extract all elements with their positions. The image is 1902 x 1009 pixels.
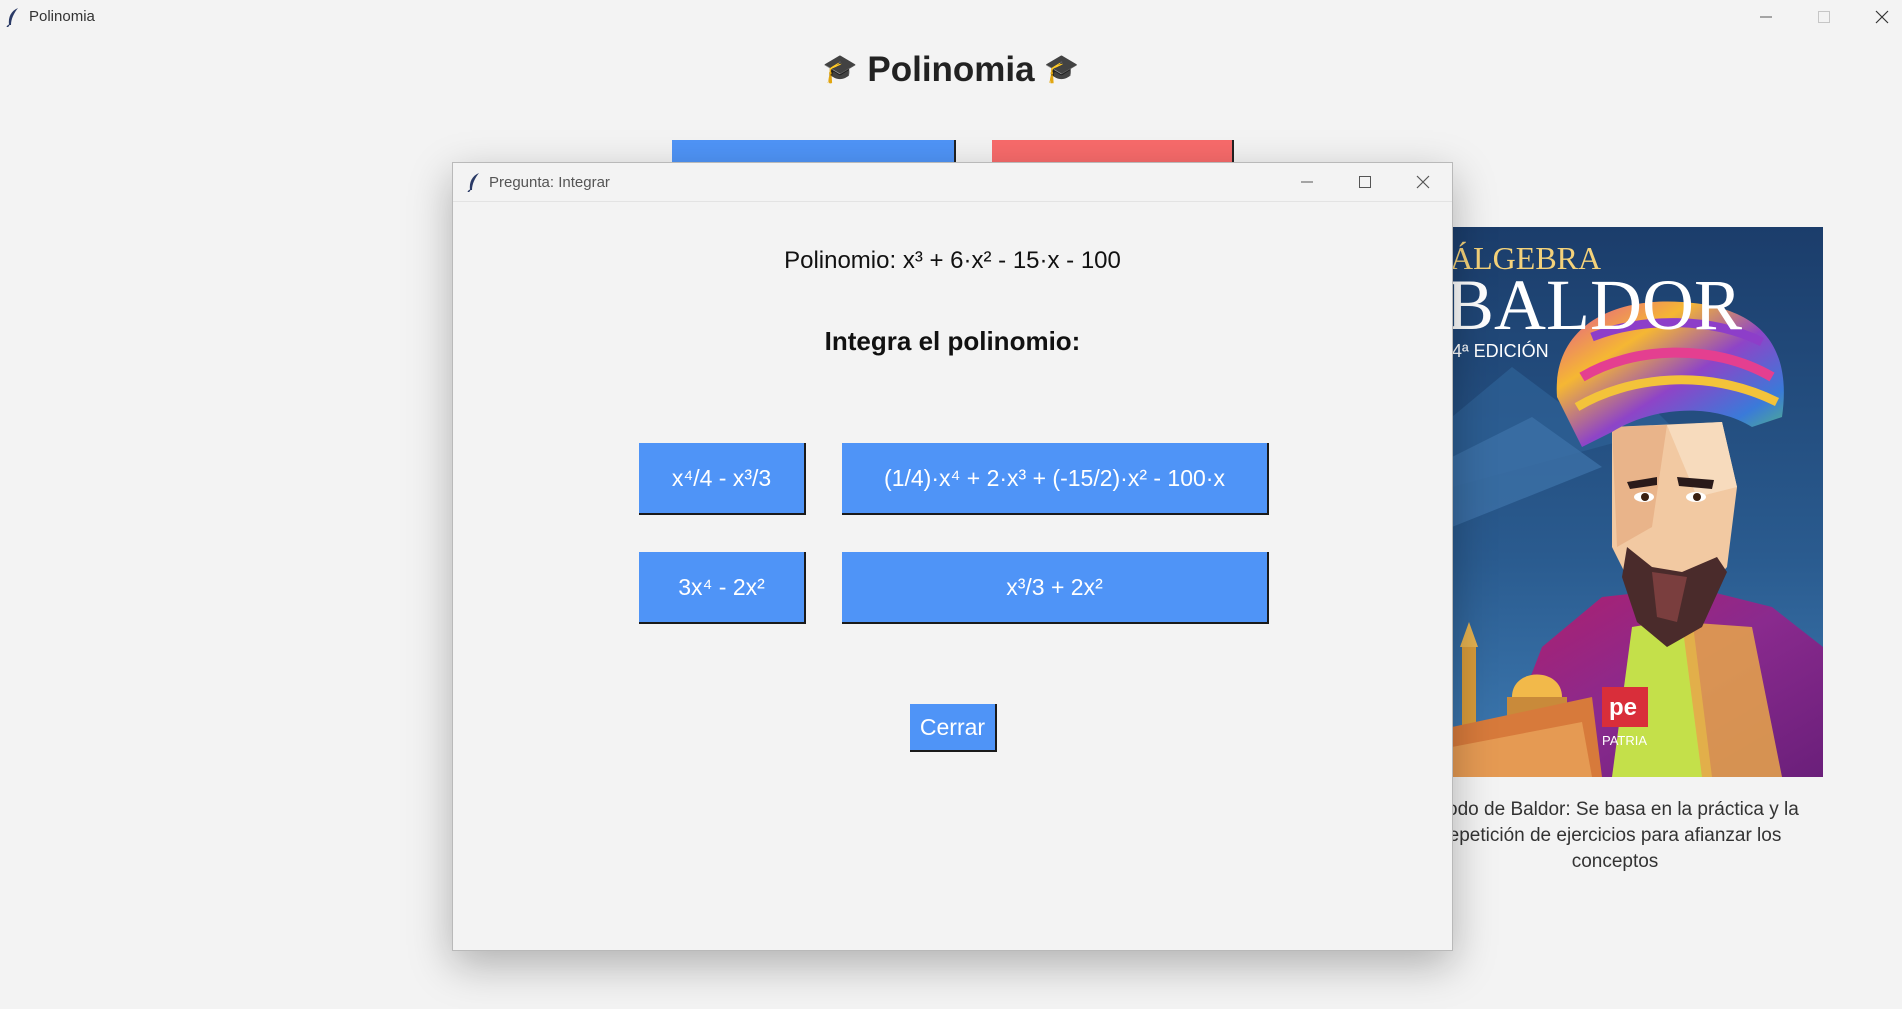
menu-button-red[interactable] <box>992 140 1234 164</box>
question-text: Integra el polinomio: <box>824 326 1081 356</box>
minimize-icon <box>1760 16 1772 18</box>
minimize-button[interactable] <box>1737 0 1795 34</box>
baldor-cover-illustration: ÁLGEBRA BALDOR 4ª EDICIÓN pe PATRIA <box>1452 227 1823 777</box>
close-window-button[interactable] <box>1853 0 1902 34</box>
polynomial-text: Polinomio: x³ + 6·x² - 15·x - 100 <box>784 247 1121 274</box>
close-icon <box>1875 10 1889 24</box>
main-window-title: Polinomia <box>29 8 95 25</box>
answer-option-button[interactable]: x⁴/4 - x³/3 <box>639 443 806 515</box>
dialog-maximize-button[interactable] <box>1336 163 1394 201</box>
menu-button-blue[interactable] <box>672 140 956 164</box>
caption-line: conceptos <box>1571 851 1659 872</box>
maximize-button[interactable] <box>1795 0 1853 34</box>
main-titlebar: Polinomia <box>0 0 1902 34</box>
cover-edition: 4ª EDICIÓN <box>1452 340 1549 361</box>
book-caption: étodo de Baldor: Se basa en la práctica … <box>1430 797 1800 875</box>
caption-line: étodo de Baldor: Se basa en la práctica … <box>1431 799 1799 820</box>
answer-option-button[interactable]: (1/4)·x⁴ + 2·x³ + (-15/2)·x² - 100·x <box>842 443 1269 515</box>
cover-title-line2: BALDOR <box>1452 265 1742 345</box>
answer-option-button[interactable]: 3x⁴ - 2x² <box>639 552 806 624</box>
dialog-close-window-button[interactable] <box>1394 163 1452 201</box>
main-window: Polinomia 🎓 Polinomia 🎓 ÁLGEBRA BALDOR 4… <box>0 0 1902 1009</box>
dialog-titlebar: Pregunta: Integrar <box>453 163 1452 202</box>
minimize-icon <box>1301 181 1313 183</box>
answer-option-button[interactable]: x³/3 + 2x² <box>842 552 1269 624</box>
app-heading: 🎓 Polinomia 🎓 <box>0 50 1902 90</box>
feather-icon <box>6 8 18 27</box>
svg-text:pe: pe <box>1609 694 1637 721</box>
close-icon <box>1416 175 1430 189</box>
app-heading-text: Polinomia <box>867 50 1035 89</box>
question-dialog: Pregunta: Integrar Polinomio: x³ + 6·x² … <box>452 162 1453 951</box>
graduation-cap-icon: 🎓 <box>1044 53 1080 84</box>
close-dialog-button[interactable]: Cerrar <box>910 704 997 752</box>
dialog-title: Pregunta: Integrar <box>489 174 610 191</box>
dialog-minimize-button[interactable] <box>1278 163 1336 201</box>
feather-icon <box>467 173 479 192</box>
graduation-cap-icon: 🎓 <box>822 53 858 84</box>
book-cover-image: ÁLGEBRA BALDOR 4ª EDICIÓN pe PATRIA <box>1452 227 1823 777</box>
maximize-icon <box>1359 176 1371 188</box>
cover-publisher: PATRIA <box>1602 733 1647 748</box>
maximize-icon <box>1818 11 1830 23</box>
caption-line: epetición de ejercicios para afianzar lo… <box>1448 825 1782 846</box>
